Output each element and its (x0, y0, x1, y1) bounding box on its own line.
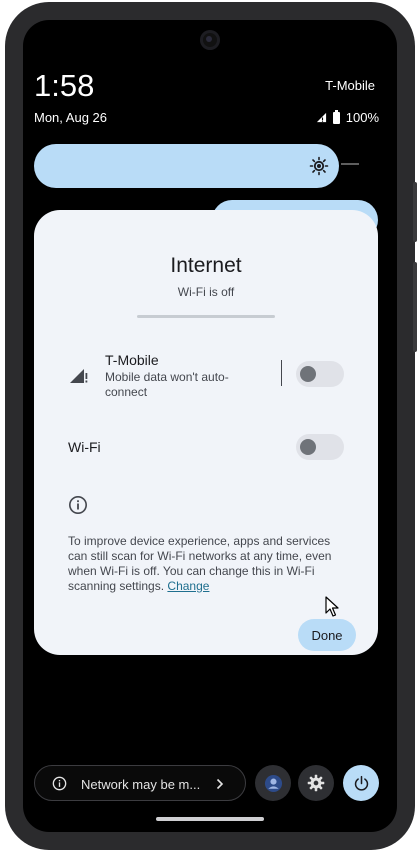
dialog-subtitle: Wi-Fi is off (177, 285, 235, 299)
toggle-knob (300, 439, 316, 455)
row-separator (281, 360, 282, 386)
wifi-label: Wi-Fi (68, 439, 101, 455)
clock-date: Mon, Aug 26 (34, 110, 107, 125)
change-link[interactable]: Change (167, 579, 209, 593)
brightness-sun-icon (309, 156, 329, 176)
info-icon (52, 776, 67, 791)
mobile-network-name[interactable]: T-Mobile (105, 352, 159, 368)
volume-button (413, 182, 417, 242)
settings-button[interactable] (298, 765, 334, 801)
signal-no-data-icon (70, 369, 88, 383)
clock-time: 1:58 (34, 68, 95, 103)
user-switch-button[interactable] (255, 765, 291, 801)
wifi-scanning-info: To improve device experience, apps and s… (68, 534, 350, 594)
battery-percent: 100% (345, 110, 379, 125)
screen: 1:58 Mon, Aug 26 T-Mobile 100% Internet … (23, 20, 397, 832)
info-icon (69, 496, 87, 514)
mouse-cursor-icon (325, 596, 339, 617)
brightness-slider[interactable] (34, 144, 339, 188)
user-avatar-icon (264, 774, 282, 792)
dialog-divider (137, 315, 275, 318)
front-camera (200, 30, 220, 50)
phone-frame: 1:58 Mon, Aug 26 T-Mobile 100% Internet … (5, 2, 417, 850)
wifi-toggle[interactable] (296, 434, 344, 460)
status-icons: 100% (316, 109, 379, 125)
battery-icon (332, 109, 340, 124)
mobile-data-toggle[interactable] (296, 361, 344, 387)
power-menu-button[interactable] (343, 765, 379, 801)
network-monitoring-pill[interactable]: Network may be m... (34, 765, 246, 801)
toggle-knob (300, 366, 316, 382)
power-icon (354, 775, 368, 791)
power-side-button (413, 262, 417, 352)
internet-dialog: Internet Wi-Fi is off T-Mobile Mobile da… (34, 210, 378, 655)
mobile-network-summary: Mobile data won't auto-connect (105, 370, 229, 399)
gear-icon (307, 774, 325, 792)
chevron-right-icon (216, 778, 224, 790)
signal-icon (316, 112, 326, 123)
done-button[interactable]: Done (298, 619, 356, 651)
home-gesture-bar[interactable] (156, 817, 264, 821)
brightness-track (341, 163, 359, 165)
network-monitoring-text: Network may be m... (81, 777, 201, 792)
dialog-title: Internet (170, 254, 242, 277)
carrier-name: T-Mobile (325, 78, 375, 93)
